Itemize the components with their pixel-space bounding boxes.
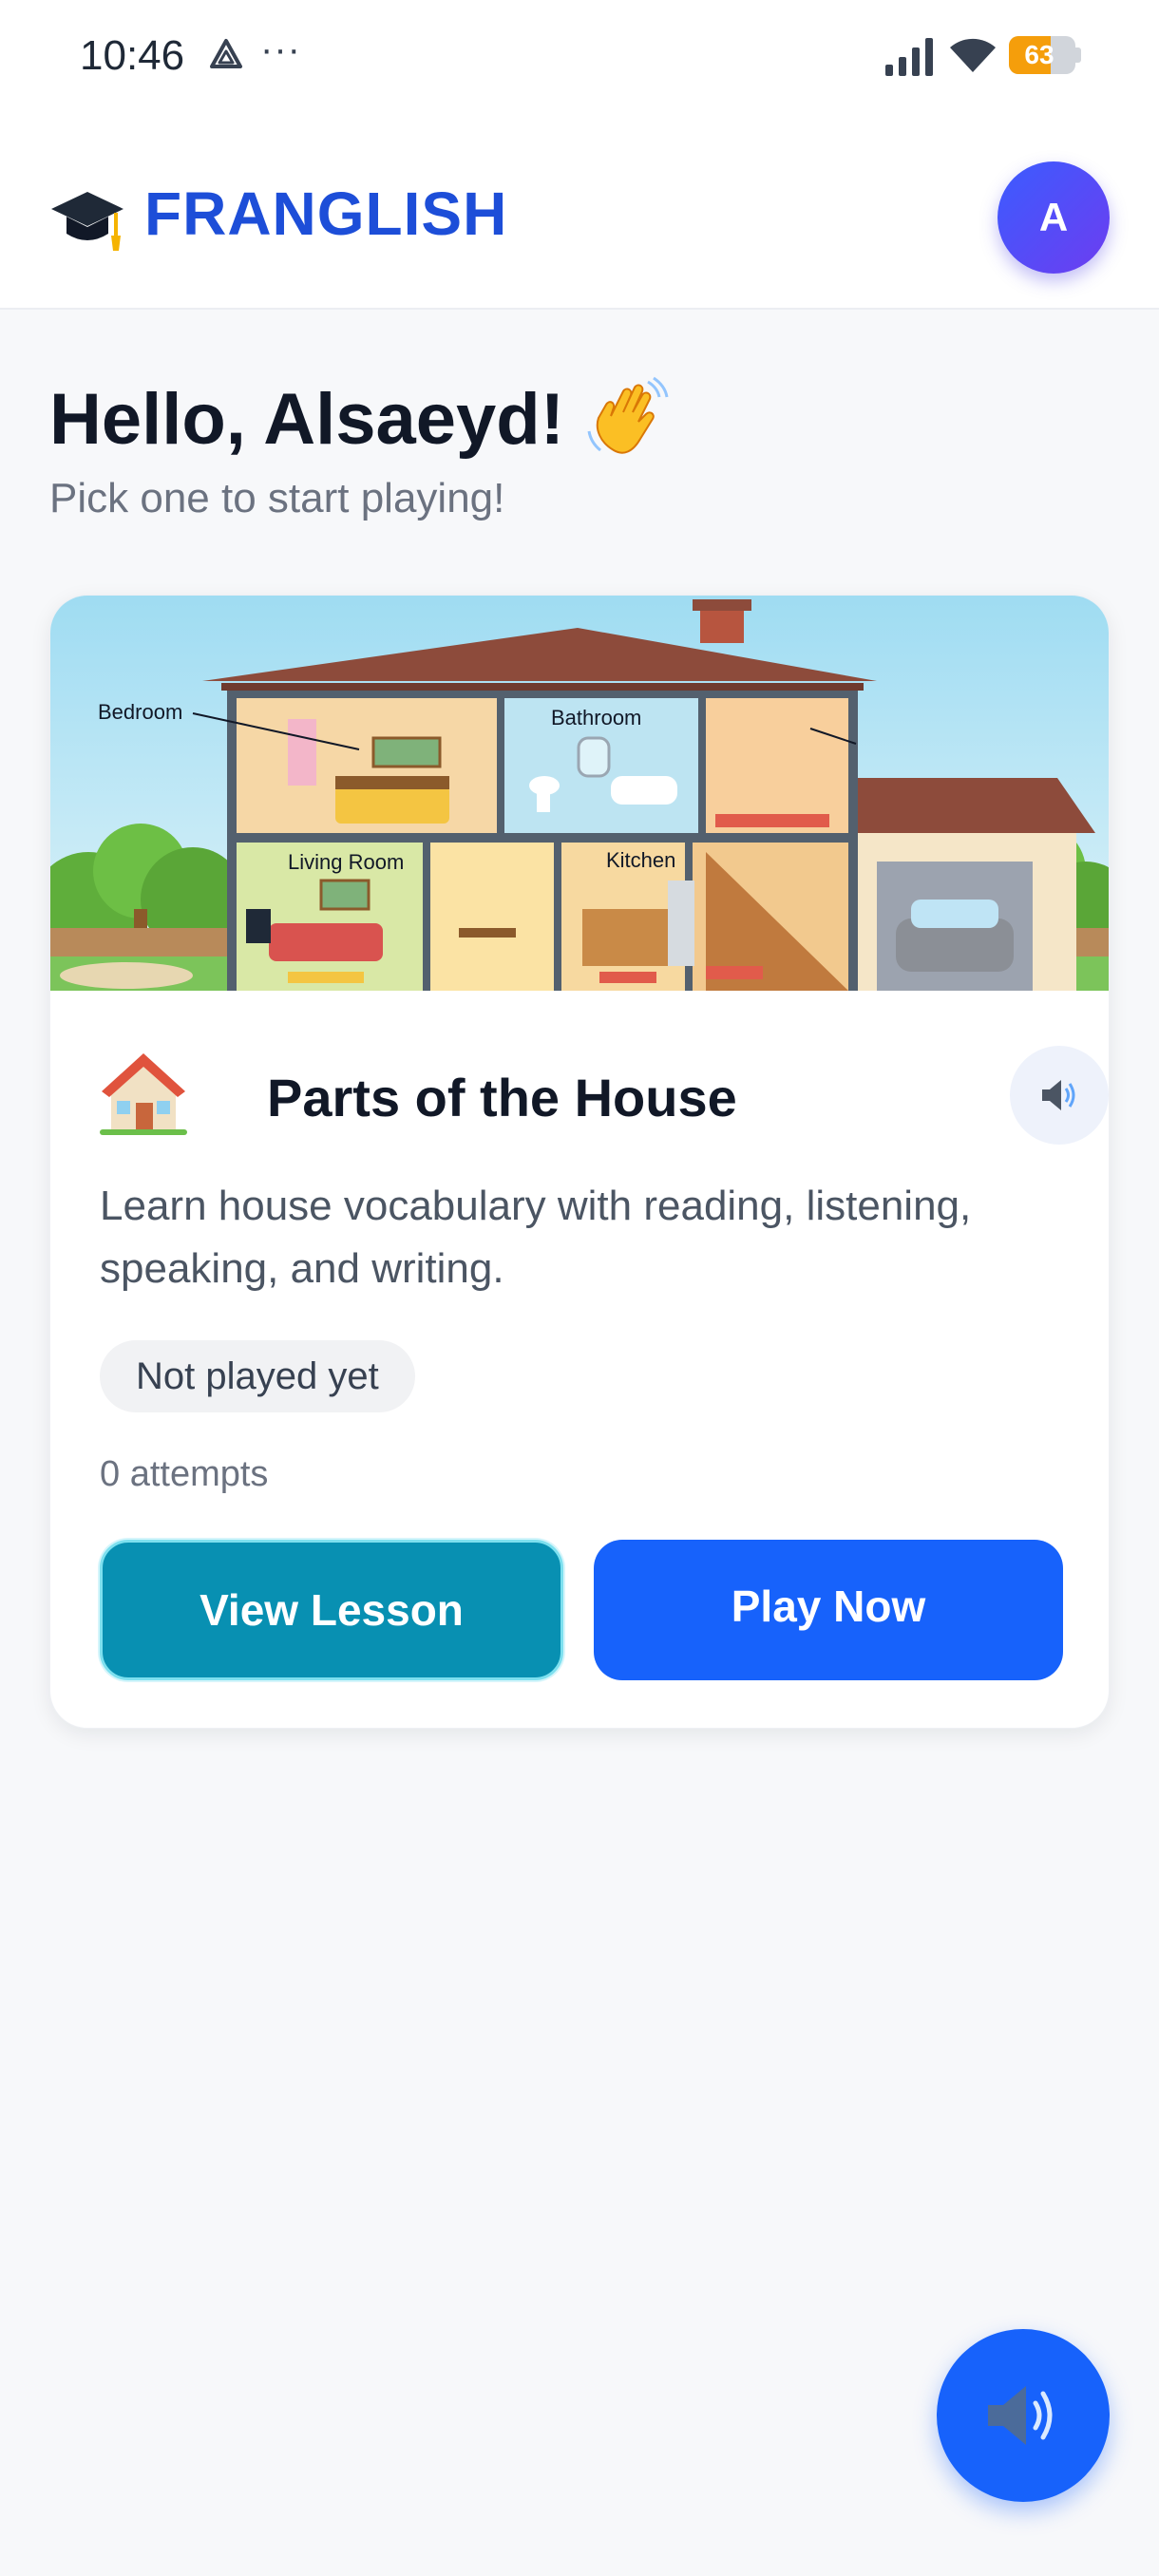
status-bar: 10:46 ··· 63 [0, 0, 1159, 114]
label-living-room: Living Room [288, 850, 404, 874]
app-header: FRANGLISH A [0, 114, 1159, 310]
house-icon [100, 1053, 187, 1135]
house-illustration: Bedroom Bathroom Living Room Kitchen [50, 596, 1109, 991]
status-time: 10:46 [80, 32, 185, 79]
attempts-count: 0 attempts [100, 1454, 269, 1494]
lesson-title: Parts of the House [267, 1068, 737, 1127]
view-lesson-button[interactable]: View Lesson [100, 1540, 563, 1680]
lesson-card[interactable]: Bedroom Bathroom Living Room Kitchen Par… [49, 595, 1110, 1729]
audio-fab-button[interactable] [937, 2329, 1110, 2502]
signal-icon [885, 38, 933, 76]
greeting-title: Hello, Alsaeyd! [49, 376, 671, 462]
status-badge: Not played yet [100, 1340, 415, 1412]
lesson-description: Learn house vocabulary with reading, lis… [100, 1183, 972, 1292]
label-bedroom: Bedroom [98, 700, 182, 724]
greeting-subtitle: Pick one to start playing! [49, 475, 505, 521]
speak-title-button[interactable] [1010, 1046, 1109, 1145]
battery-level: 63 [1024, 40, 1054, 69]
greeting-text: Hello, Alsaeyd! [49, 378, 565, 460]
label-bathroom: Bathroom [551, 706, 641, 729]
label-kitchen: Kitchen [606, 848, 675, 872]
card-title-row: Parts of the House [100, 1042, 1109, 1146]
app-name: FRANGLISH [144, 180, 508, 248]
graduation-cap-icon [51, 192, 124, 251]
waving-hand-icon [587, 376, 669, 454]
speaker-icon [988, 2386, 1053, 2445]
drive-icon [210, 39, 242, 68]
speaker-icon [1042, 1080, 1075, 1110]
wifi-icon [950, 38, 996, 72]
battery-icon: 63 [1009, 36, 1081, 74]
play-now-button[interactable]: Play Now [594, 1540, 1063, 1680]
avatar[interactable]: A [998, 161, 1110, 274]
more-notifications-icon: ··· [260, 28, 301, 70]
